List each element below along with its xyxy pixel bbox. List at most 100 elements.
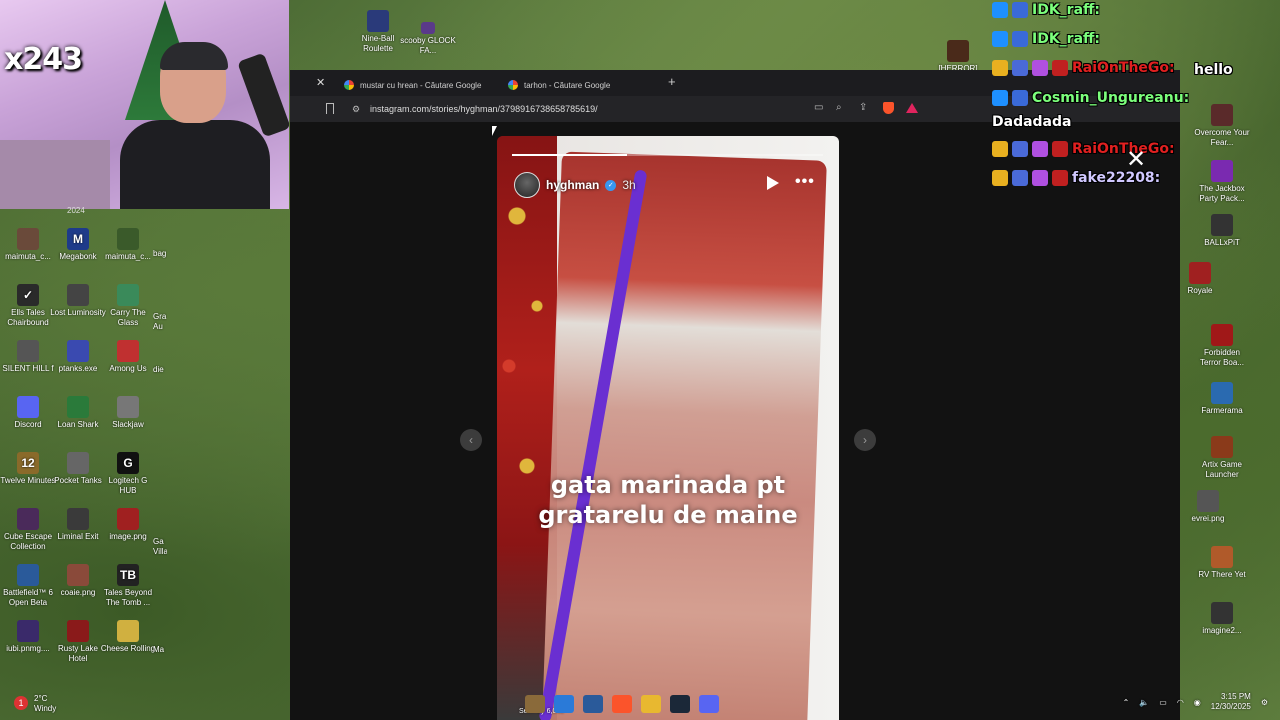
brave-browser-icon[interactable] bbox=[612, 695, 632, 713]
desktop-icon[interactable]: Pocket Tanks bbox=[50, 452, 106, 486]
chat-badge-icon bbox=[1032, 170, 1048, 186]
volume-icon[interactable]: 🔈 bbox=[1139, 698, 1149, 707]
desktop-icon[interactable]: coaie.png bbox=[50, 564, 106, 598]
desktop-icon-label-partial[interactable]: bag bbox=[153, 249, 167, 259]
mouse-cursor-icon bbox=[492, 126, 497, 136]
desktop-icon-label: Rusty Lake Hotel bbox=[57, 644, 99, 663]
chat-badge-icon bbox=[1012, 2, 1028, 18]
site-settings-icon[interactable]: ⚙ bbox=[352, 104, 360, 115]
multiplier-badge: x243 bbox=[4, 42, 83, 77]
desktop-icon-nine-ball-roulette[interactable]: Nine-Ball Roulette bbox=[350, 10, 406, 54]
desktop-icon[interactable]: maimuta_c... bbox=[0, 228, 56, 262]
app-icon bbox=[1197, 490, 1219, 512]
desktop-icon[interactable]: 12 Twelve Minutes bbox=[0, 452, 56, 486]
desktop-icon[interactable]: Battlefield™ 6 Open Beta bbox=[0, 564, 56, 608]
desktop-icon[interactable]: Loan Shark bbox=[50, 396, 106, 430]
cast-icon[interactable]: ▭ bbox=[814, 102, 823, 113]
taskbar-app-icon[interactable] bbox=[525, 695, 545, 713]
file-explorer-icon[interactable] bbox=[641, 695, 661, 713]
desktop-icon[interactable]: ✓ Ells Tales Chairbound bbox=[0, 284, 56, 328]
desktop-icon[interactable]: M Megabonk bbox=[50, 228, 106, 262]
desktop-icon-label: imagine2... bbox=[1202, 626, 1242, 635]
desktop-icon[interactable]: maimuta_c... bbox=[100, 228, 156, 262]
next-story-button[interactable]: › bbox=[854, 429, 876, 451]
desktop-icon-scooby-glock[interactable]: scooby GLOCK FA... bbox=[400, 22, 456, 56]
url-input[interactable]: instagram.com/stories/hyghman/3798916738… bbox=[370, 104, 598, 114]
desktop-icon[interactable]: ptanks.exe bbox=[50, 340, 106, 374]
desktop-icon-label: Overcome Your Fear... bbox=[1194, 128, 1250, 147]
app-icon bbox=[947, 40, 969, 62]
speaker-icon[interactable]: ◉ bbox=[1194, 698, 1201, 707]
desktop-icon[interactable]: Rusty Lake Hotel bbox=[50, 620, 106, 664]
desktop-icon[interactable]: image.png bbox=[100, 508, 156, 542]
desktop-icon[interactable]: Artix Game Launcher bbox=[1194, 436, 1250, 480]
system-tray: ⌃ 🔈 ▭ ◠ ◉ 3:15 PM 12/30/2025 ⚙ bbox=[1123, 692, 1268, 712]
brave-rewards-icon[interactable] bbox=[906, 103, 918, 113]
desktop-icon[interactable]: Forbidden Terror Boa... bbox=[1194, 324, 1250, 368]
desktop-icon[interactable]: iubi.pnmg.... bbox=[0, 620, 56, 654]
previous-story-button[interactable]: ‹ bbox=[460, 429, 482, 451]
desktop-icon[interactable]: Among Us bbox=[100, 340, 156, 374]
close-story-icon[interactable]: ✕ bbox=[1126, 145, 1146, 174]
google-icon bbox=[508, 80, 518, 90]
desktop-icon[interactable]: evrei.png bbox=[1180, 490, 1236, 524]
weather-alert-icon[interactable]: 1 bbox=[14, 696, 28, 710]
chevron-up-icon[interactable]: ⌃ bbox=[1123, 698, 1130, 707]
play-icon[interactable] bbox=[767, 176, 779, 190]
close-tab-icon[interactable]: ✕ bbox=[316, 76, 325, 89]
clock[interactable]: 3:15 PM 12/30/2025 bbox=[1211, 692, 1251, 712]
network-icon[interactable]: ▭ bbox=[1159, 698, 1167, 707]
discord-icon[interactable] bbox=[699, 695, 719, 713]
steam-icon[interactable] bbox=[670, 695, 690, 713]
desktop-icon[interactable]: Slackjaw bbox=[100, 396, 156, 430]
app-icon bbox=[67, 396, 89, 418]
windows-start-icon[interactable] bbox=[554, 695, 574, 713]
app-icon bbox=[117, 340, 139, 362]
desktop-icon[interactable]: Lost Luminosity bbox=[50, 284, 106, 318]
desktop-icon[interactable]: Overcome Your Fear... bbox=[1194, 104, 1250, 148]
desktop-icon[interactable]: Cheese Rolling bbox=[100, 620, 156, 654]
zoom-icon[interactable]: ⌕ bbox=[836, 102, 842, 113]
desktop-icon[interactable]: imagine2... bbox=[1194, 602, 1250, 636]
browser-window: ✕ mustar cu hrean - Căutare Google tarho… bbox=[290, 70, 1180, 720]
desktop-icon[interactable]: [HERROR] bbox=[930, 40, 986, 74]
app-icon: G bbox=[117, 452, 139, 474]
desktop-icon[interactable]: BALLxPiT bbox=[1194, 214, 1250, 248]
desktop-icon[interactable]: Royale bbox=[1172, 262, 1228, 296]
desktop-icon[interactable]: The Jackbox Party Pack... bbox=[1194, 160, 1250, 204]
tab-tarhon[interactable]: tarhon - Căutare Google bbox=[500, 74, 618, 96]
desktop-icon[interactable]: SILENT HILL f bbox=[0, 340, 56, 374]
desktop-icon[interactable]: RV There Yet bbox=[1194, 546, 1250, 580]
share-icon[interactable]: ⇪ bbox=[859, 102, 867, 113]
desktop-icon[interactable]: Carry The Glass bbox=[100, 284, 156, 328]
avatar[interactable] bbox=[514, 172, 540, 198]
wifi-icon[interactable]: ◠ bbox=[1177, 698, 1184, 707]
chat-message-hello: hello bbox=[1194, 62, 1233, 78]
desktop-icon-label-partial[interactable]: die bbox=[153, 365, 167, 375]
new-tab-button[interactable]: + bbox=[668, 74, 676, 89]
app-icon bbox=[1211, 436, 1233, 458]
caption-line-1: gata marinada pt bbox=[550, 471, 786, 499]
brave-shields-icon[interactable] bbox=[883, 102, 894, 114]
store-icon[interactable] bbox=[583, 695, 603, 713]
instagram-story[interactable]: hyghman ✓ 3h ••• gata marinada pt gratar… bbox=[497, 136, 839, 720]
desktop-icon[interactable]: Liminal Exit bbox=[50, 508, 106, 542]
notification-icon[interactable]: ⚙ bbox=[1261, 698, 1268, 707]
more-options-icon[interactable]: ••• bbox=[795, 173, 815, 191]
desktop-icon[interactable]: TB Tales Beyond The Tomb ... bbox=[100, 564, 156, 608]
desktop-icon-label-partial[interactable]: Ga Villa bbox=[153, 537, 167, 557]
bookmark-icon[interactable] bbox=[326, 103, 334, 114]
tab-mustar[interactable]: mustar cu hrean - Căutare Google bbox=[336, 74, 489, 96]
desktop-icon[interactable]: Farmerama bbox=[1194, 382, 1250, 416]
desktop-icon-label-partial[interactable]: Ma bbox=[153, 645, 167, 655]
nine-ball-icon bbox=[367, 10, 389, 32]
desktop-icon[interactable]: G Logitech G HUB bbox=[100, 452, 156, 496]
desktop-icon[interactable]: Cube Escape Collection bbox=[0, 508, 56, 552]
chat-message-dadadada: Dadadada bbox=[992, 114, 1072, 130]
weather-widget[interactable]: 2°C Windy bbox=[34, 694, 56, 714]
desktop-icon-label-partial[interactable]: Gra Au bbox=[153, 312, 167, 332]
desktop-icon[interactable]: Discord bbox=[0, 396, 56, 430]
desktop-icon-label: Discord bbox=[14, 420, 42, 429]
story-username[interactable]: hyghman bbox=[546, 178, 599, 192]
story-caption: gata marinada pt gratarelu de maine bbox=[497, 470, 839, 530]
